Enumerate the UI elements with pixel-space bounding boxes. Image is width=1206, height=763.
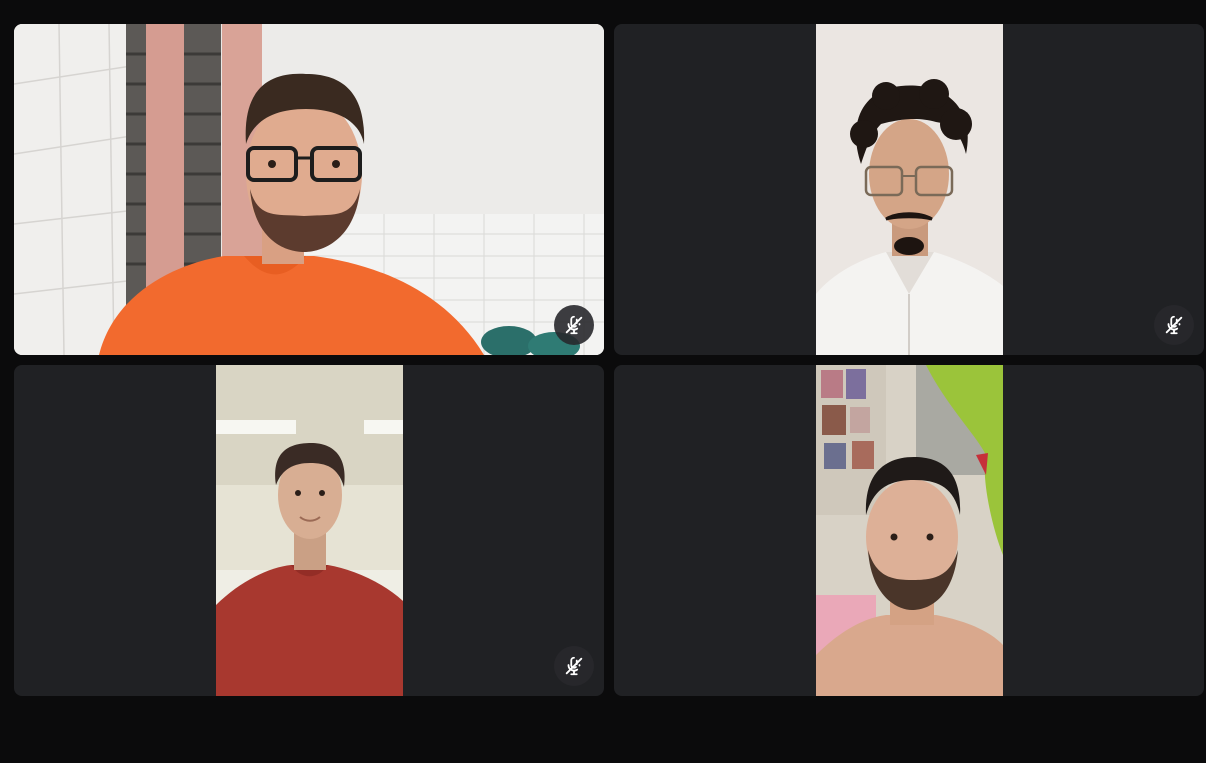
mic-off-badge — [554, 305, 594, 345]
participant-tile-1[interactable] — [14, 24, 604, 355]
video-feed — [816, 365, 1003, 696]
participant-tile-3[interactable] — [14, 365, 604, 696]
mic-off-icon — [1165, 315, 1183, 335]
video-feed — [816, 24, 1003, 355]
video-feed — [14, 24, 604, 355]
video-feed — [216, 365, 403, 696]
mic-off-badge — [554, 646, 594, 686]
mic-off-icon — [565, 315, 583, 335]
mic-off-badge — [1154, 305, 1194, 345]
participant-tile-4[interactable] — [614, 365, 1204, 696]
mic-off-icon — [565, 656, 583, 676]
participant-tile-2[interactable] — [614, 24, 1204, 355]
